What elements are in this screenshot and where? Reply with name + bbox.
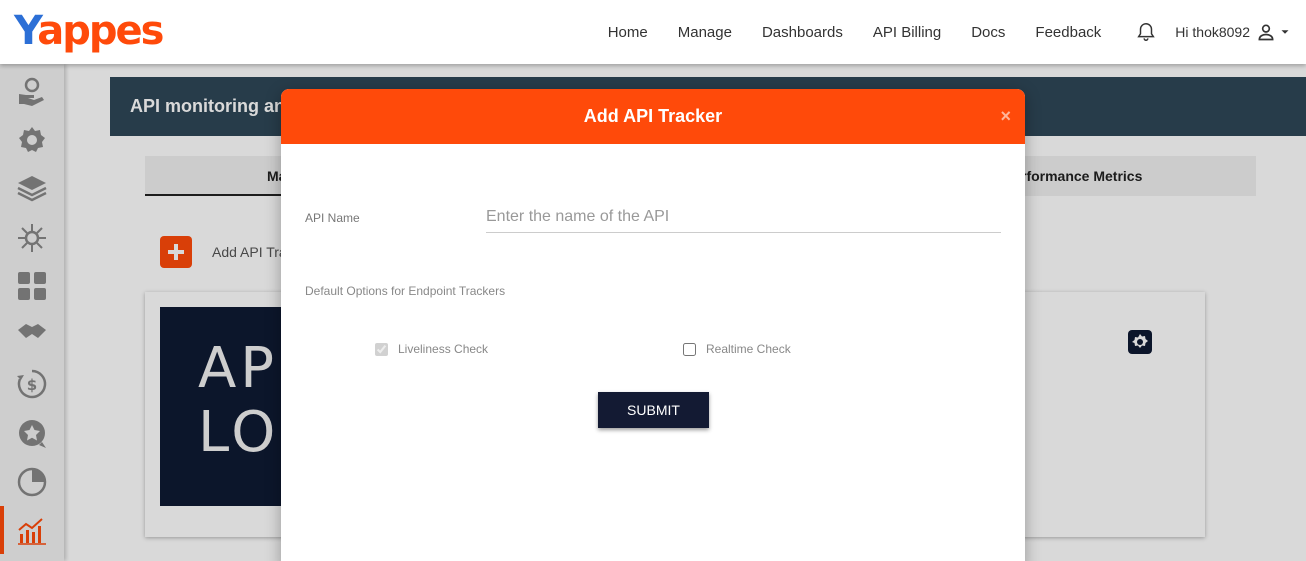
add-api-tracker-modal: Add API Tracker × API Name Default Optio… xyxy=(281,89,1025,561)
liveliness-check-option[interactable]: Liveliness Check xyxy=(375,342,488,356)
chevron-down-icon[interactable] xyxy=(1278,25,1292,39)
api-name-input[interactable] xyxy=(486,201,1001,233)
yappes-logo[interactable]: Yappes xyxy=(14,6,165,56)
nav-manage[interactable]: Manage xyxy=(678,24,732,41)
liveliness-checkbox[interactable] xyxy=(375,342,388,356)
nav-home[interactable]: Home xyxy=(608,24,648,41)
nav-docs[interactable]: Docs xyxy=(971,24,1005,41)
logo-text: appes xyxy=(37,8,164,54)
default-options-label: Default Options for Endpoint Trackers xyxy=(305,284,506,298)
top-header: Yappes Home Manage Dashboards API Billin… xyxy=(0,0,1306,64)
realtime-checkbox[interactable] xyxy=(683,342,696,356)
nav-api-billing[interactable]: API Billing xyxy=(873,24,941,41)
nav-dashboards[interactable]: Dashboards xyxy=(762,24,843,41)
logo-letter: Y xyxy=(14,8,39,54)
realtime-check-option[interactable]: Realtime Check xyxy=(683,342,791,356)
user-greeting[interactable]: Hi thok8092 xyxy=(1175,24,1250,40)
nav-feedback[interactable]: Feedback xyxy=(1035,24,1101,41)
modal-title: Add API Tracker xyxy=(583,106,723,126)
top-nav: Home Manage Dashboards API Billing Docs … xyxy=(608,0,1306,64)
api-name-label: API Name xyxy=(305,211,360,225)
user-icon[interactable] xyxy=(1256,22,1276,42)
submit-button[interactable]: SUBMIT xyxy=(598,392,709,428)
close-icon[interactable]: × xyxy=(1000,89,1011,144)
realtime-check-label: Realtime Check xyxy=(706,342,791,356)
bell-icon[interactable] xyxy=(1135,21,1157,43)
modal-header: Add API Tracker × xyxy=(281,89,1025,144)
liveliness-check-label: Liveliness Check xyxy=(398,342,489,356)
